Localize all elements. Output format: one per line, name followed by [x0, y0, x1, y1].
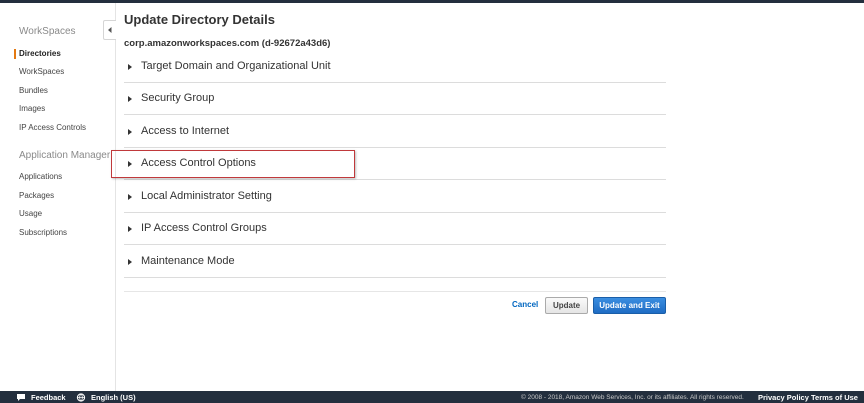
sidebar-item-workspaces[interactable]: WorkSpaces — [19, 67, 64, 76]
section-label: Target Domain and Organizational Unit — [141, 60, 331, 72]
privacy-policy-link[interactable]: Privacy Policy — [758, 393, 809, 402]
sidebar-heading-workspaces: WorkSpaces — [19, 26, 76, 37]
caret-right-icon — [128, 96, 132, 102]
sidebar-item-subscriptions[interactable]: Subscriptions — [19, 228, 67, 237]
section-label: Maintenance Mode — [141, 255, 235, 267]
section-target-domain[interactable]: Target Domain and Organizational Unit — [124, 51, 666, 83]
section-security-group[interactable]: Security Group — [124, 83, 666, 115]
section-maintenance-mode[interactable]: Maintenance Mode — [124, 246, 666, 278]
feedback-link[interactable]: Feedback — [16, 393, 66, 402]
section-label: Access Control Options — [141, 157, 256, 169]
feedback-label: Feedback — [31, 393, 66, 402]
section-ip-access-control-groups[interactable]: IP Access Control Groups — [124, 213, 666, 245]
sidebar-item-bundles[interactable]: Bundles — [19, 86, 48, 95]
globe-icon — [76, 393, 86, 402]
caret-right-icon — [128, 64, 132, 70]
caret-right-icon — [128, 194, 132, 200]
page-title: Update Directory Details — [124, 12, 275, 27]
directory-id: corp.amazonworkspaces.com (d-92672a43d6) — [124, 38, 331, 49]
sidebar-item-ip-access-controls[interactable]: IP Access Controls — [19, 123, 86, 132]
sidebar-item-images[interactable]: Images — [19, 104, 45, 113]
section-access-control-options[interactable]: Access Control Options — [124, 148, 666, 180]
footer: Feedback English (US) © 2008 - 2018, Ama… — [0, 391, 864, 403]
sidebar-heading-application-manager: Application Manager — [19, 150, 111, 161]
copyright-text: © 2008 - 2018, Amazon Web Services, Inc.… — [521, 394, 744, 401]
section-local-administrator-setting[interactable]: Local Administrator Setting — [124, 181, 666, 213]
terms-of-use-link[interactable]: Terms of Use — [811, 393, 858, 402]
speech-bubble-icon — [17, 394, 25, 401]
section-label: IP Access Control Groups — [141, 222, 267, 234]
sidebar-item-directories[interactable]: Directories — [19, 49, 61, 58]
section-label: Access to Internet — [141, 125, 230, 137]
sidebar: WorkSpaces Directories WorkSpaces Bundle… — [0, 3, 116, 391]
language-label: English (US) — [91, 393, 136, 402]
language-selector[interactable]: English (US) — [76, 393, 136, 402]
section-label: Security Group — [141, 92, 215, 104]
update-button[interactable]: Update — [545, 297, 588, 314]
active-indicator — [14, 49, 16, 59]
caret-right-icon — [128, 259, 132, 265]
actions-divider — [124, 291, 666, 292]
caret-right-icon — [128, 129, 132, 135]
section-label: Local Administrator Setting — [141, 190, 272, 202]
update-and-exit-button[interactable]: Update and Exit — [593, 297, 666, 314]
caret-right-icon — [128, 161, 132, 167]
top-bar — [0, 0, 864, 3]
chevron-left-icon — [108, 27, 112, 33]
sidebar-item-packages[interactable]: Packages — [19, 191, 54, 200]
sidebar-collapse-button[interactable] — [103, 20, 116, 40]
cancel-link[interactable]: Cancel — [512, 300, 538, 309]
sidebar-item-usage[interactable]: Usage — [19, 209, 42, 218]
section-access-to-internet[interactable]: Access to Internet — [124, 116, 666, 148]
sidebar-item-applications[interactable]: Applications — [19, 172, 62, 181]
caret-right-icon — [128, 226, 132, 232]
